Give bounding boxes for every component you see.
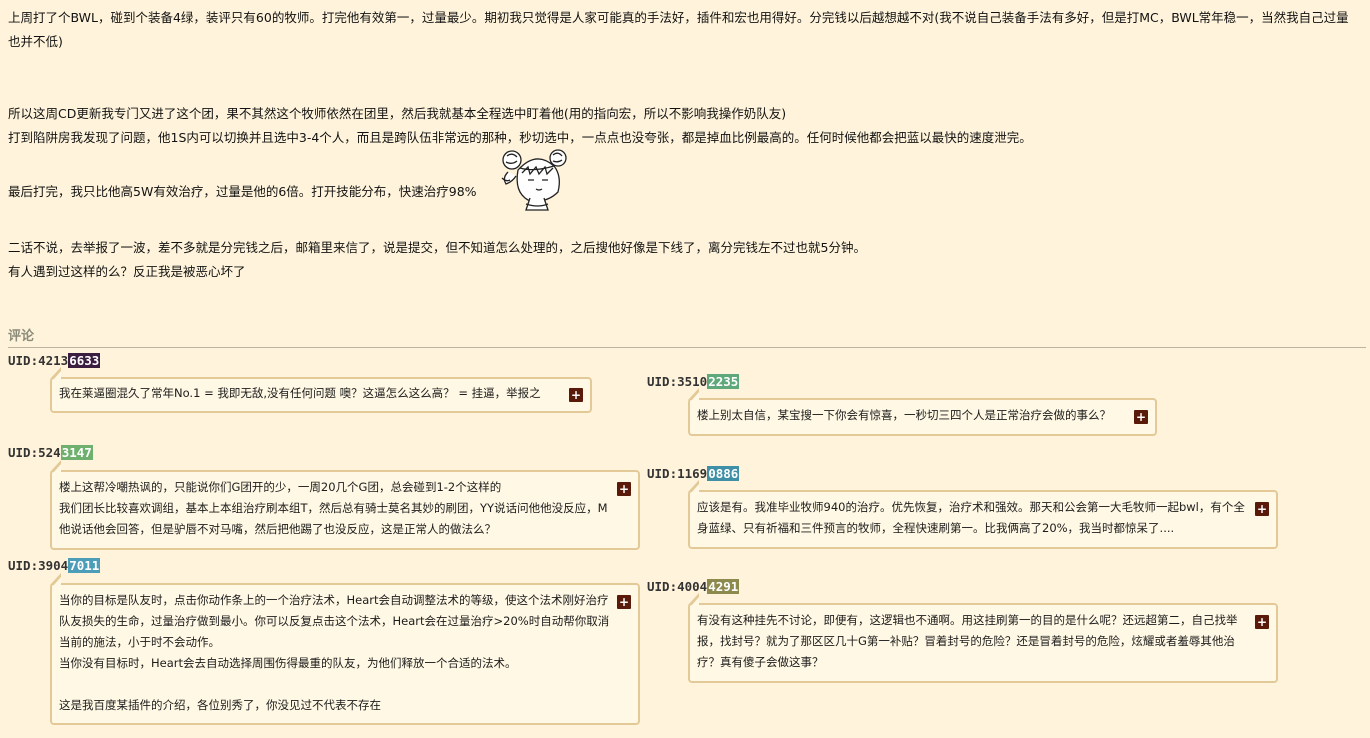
uid-prefix: UID:3510: [647, 374, 708, 389]
comment-text: [59, 674, 610, 695]
post-paragraph: 有人遇到过这样的么？反正我是被恶心坏了: [8, 264, 246, 279]
comment-bubble: 我在莱逼圈混久了常年No.1 = 我即无敌,没有任何问题 噢？这逼怎么这么高？ …: [50, 367, 592, 413]
cartoon-girl-emote-icon: [501, 149, 567, 211]
expand-icon[interactable]: +: [617, 482, 631, 496]
comment-text: 应该是有。我准毕业牧师940的治疗。优先恢复，治疗术和强效。那天和公会第一大毛牧…: [697, 500, 1245, 535]
comment-uid[interactable]: UID:5243147: [8, 444, 93, 461]
post-body: 上周打了个BWL，碰到个装备4绿，装评只有60的牧师。打完他有效第一，过量最少。…: [8, 6, 1360, 284]
comments-heading: 评论: [8, 328, 1366, 348]
uid-prefix: UID:4213: [8, 353, 69, 368]
comment-text: 这是我百度某插件的介绍，各位别秀了，你没见过不代表不存在: [59, 698, 381, 712]
uid-highlight: 0886: [707, 466, 740, 481]
expand-icon[interactable]: +: [1134, 410, 1148, 424]
post-paragraph: 最后打完，我只比他高5W有效治疗，过量是他的6倍。打开技能分布，快速治疗98%: [8, 184, 477, 199]
uid-prefix: UID:1169: [647, 466, 708, 481]
comment-text: 楼上这帮冷嘲热讽的，只能说你们G团开的少，一周20几个G团，总会碰到1-2个这样…: [59, 480, 502, 494]
expand-icon[interactable]: +: [1255, 615, 1269, 629]
comment-text: 楼上别太自信，某宝搜一下你会有惊喜，一秒切三四个人是正常治疗会做的事么？: [697, 408, 1111, 422]
expand-icon[interactable]: +: [569, 388, 583, 402]
uid-highlight: 2235: [707, 374, 740, 389]
comment-text: 当你的目标是队友时，点击你动作条上的一个治疗法术，Heart会自动调整法术的等级…: [59, 593, 610, 649]
comment-bubble: 当你的目标是队友时，点击你动作条上的一个治疗法术，Heart会自动调整法术的等级…: [50, 573, 640, 725]
comment-text: 我在莱逼圈混久了常年No.1 = 我即无敌,没有任何问题 噢？这逼怎么这么高？ …: [59, 386, 541, 400]
comment-text: 有没有这种挂先不讨论，即便有，这逻辑也不通啊。用这挂刷第一的目的是什么呢？还远超…: [697, 613, 1238, 669]
uid-prefix: UID:4004: [647, 579, 708, 594]
post-paragraph: 二话不说，去举报了一波，差不多就是分完钱之后，邮箱里来信了，说是提交，但不知道怎…: [8, 240, 866, 255]
uid-highlight: 6633: [68, 353, 101, 368]
comment-uid[interactable]: UID:39047011: [8, 557, 101, 574]
post-paragraph: 所以这周CD更新我专门又进了这个团，果不其然这个牧师依然在团里，然后我就基本全程…: [8, 106, 787, 121]
post-paragraph: 打到陷阱房我发现了问题，他1S内可以切换并且选中3-4个人，而且是跨队伍非常远的…: [8, 130, 1032, 145]
uid-highlight: 4291: [707, 579, 740, 594]
comment-text: 当你没有目标时，Heart会去自动选择周围伤得最重的队友，为他们释放一个合适的法…: [59, 656, 517, 670]
comment-bubble: 楼上这帮冷嘲热讽的，只能说你们G团开的少，一周20几个G团，总会碰到1-2个这样…: [50, 460, 640, 550]
post-paragraph: 上周打了个BWL，碰到个装备4绿，装评只有60的牧师。打完他有效第一，过量最少。…: [8, 10, 1349, 49]
comment-bubble: 有没有这种挂先不讨论，即便有，这逻辑也不通啊。用这挂刷第一的目的是什么呢？还远超…: [688, 593, 1278, 683]
uid-highlight: 7011: [68, 558, 101, 573]
comment-text: 我们团长比较喜欢调组，基本上本组治疗刷本组T，然后总有骑士莫名其妙的刷团，YY说…: [59, 501, 608, 536]
uid-prefix: UID:524: [8, 445, 61, 460]
comment-bubble: 楼上别太自信，某宝搜一下你会有惊喜，一秒切三四个人是正常治疗会做的事么？ +: [688, 388, 1157, 436]
uid-highlight: 3147: [60, 445, 93, 460]
expand-icon[interactable]: +: [617, 595, 631, 609]
uid-prefix: UID:3904: [8, 558, 69, 573]
expand-icon[interactable]: +: [1255, 502, 1269, 516]
comment-bubble: 应该是有。我准毕业牧师940的治疗。优先恢复，治疗术和强效。那天和公会第一大毛牧…: [688, 480, 1278, 549]
